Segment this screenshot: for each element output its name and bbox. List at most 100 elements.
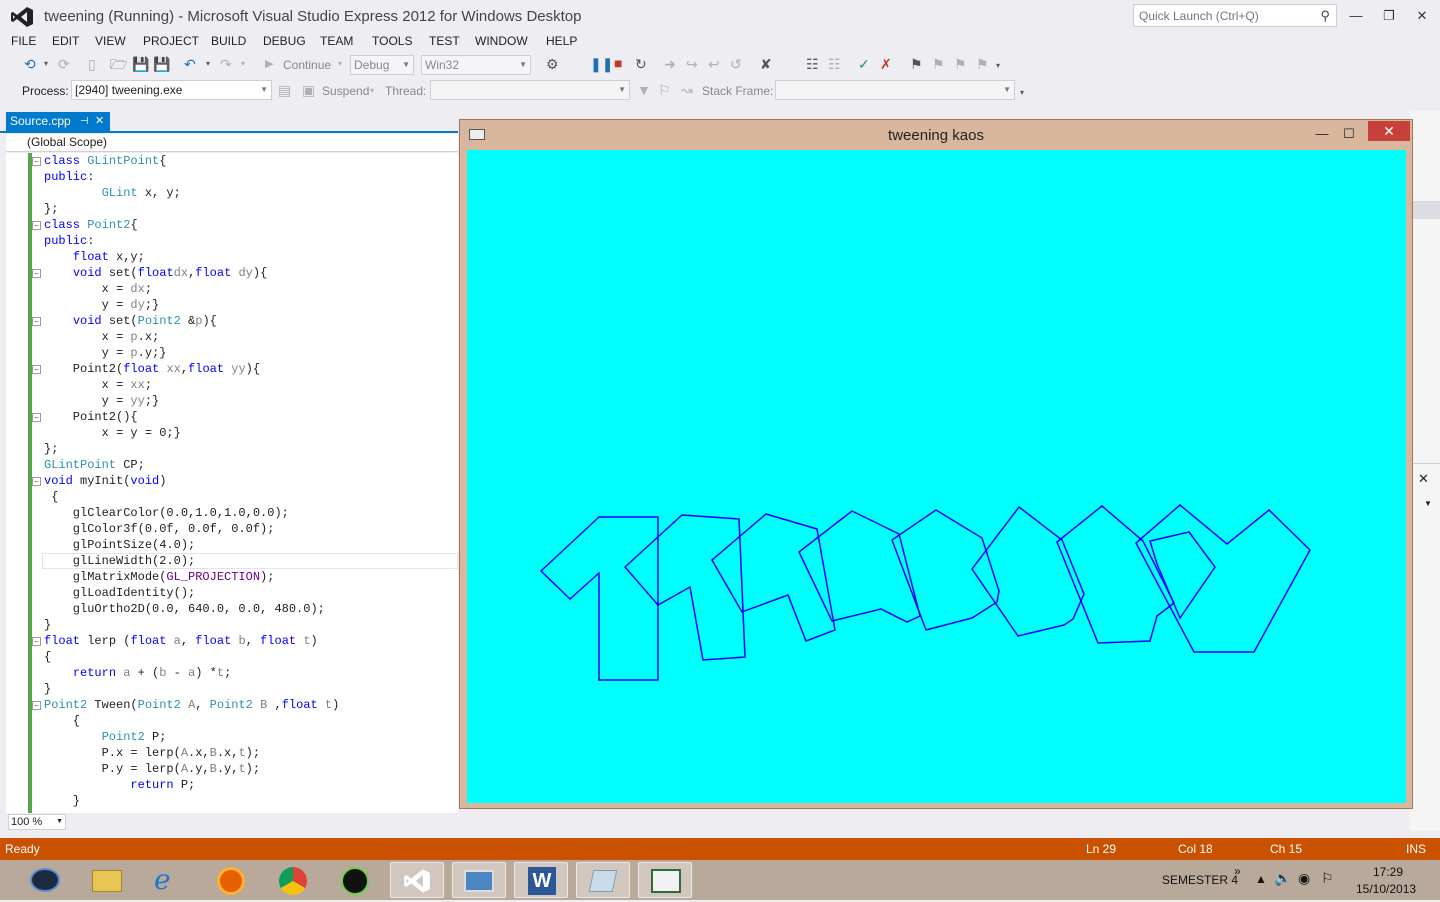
- pin-icon[interactable]: ⊣: [80, 112, 89, 131]
- bookmark-icon[interactable]: ⚑: [910, 54, 923, 74]
- toolbar-options-icon[interactable]: ▾: [996, 56, 1000, 76]
- firefox-icon[interactable]: [204, 862, 258, 898]
- menu-tools[interactable]: TOOLS: [372, 34, 412, 48]
- show-next-statement-icon[interactable]: ➜: [664, 54, 676, 74]
- show-hidden-icons-icon[interactable]: ▲: [1255, 872, 1267, 886]
- chevron-icon[interactable]: »: [1234, 864, 1241, 878]
- menu-edit[interactable]: EDIT: [52, 34, 79, 48]
- menu-build[interactable]: BUILD: [211, 34, 246, 48]
- flag-threads-icon[interactable]: ⚐: [658, 80, 671, 100]
- taskbar-app-5-icon[interactable]: [328, 862, 382, 898]
- menu-help[interactable]: HELP: [546, 34, 577, 48]
- selected-item[interactable]: [1412, 201, 1440, 219]
- chrome-icon[interactable]: [266, 862, 320, 898]
- suspend-dropdown-icon[interactable]: ▾: [370, 81, 374, 101]
- filter-icon[interactable]: ▼: [637, 80, 651, 100]
- save-icon[interactable]: 💾: [132, 54, 149, 74]
- restore-button[interactable]: ❐: [1376, 6, 1402, 26]
- zoom-select[interactable]: 100 % ▼: [8, 814, 66, 830]
- code-editor[interactable]: class GLintPoint{public: GLint x, y;}; cl…: [6, 153, 458, 813]
- word-icon[interactable]: W: [514, 862, 568, 898]
- internet-explorer-icon[interactable]: e: [142, 862, 196, 898]
- collapse-icon[interactable]: −: [32, 317, 41, 326]
- platform-select[interactable]: Win32 ▼: [421, 55, 531, 75]
- forward-icon[interactable]: ⟳: [58, 54, 70, 74]
- menu-project[interactable]: PROJECT: [143, 34, 199, 48]
- collapse-icon[interactable]: −: [32, 637, 41, 646]
- undo-dropdown-icon[interactable]: ▾: [206, 54, 210, 74]
- suspend-icon[interactable]: ▣: [302, 80, 315, 100]
- stack-frame-select[interactable]: ▼: [775, 80, 1015, 100]
- app-close-button[interactable]: ✕: [1368, 121, 1410, 141]
- quick-launch-search[interactable]: ⚲: [1133, 4, 1337, 27]
- menu-team[interactable]: TEAM: [320, 34, 353, 48]
- redo-dropdown-icon[interactable]: ▾: [241, 54, 245, 74]
- redo-icon[interactable]: ↷: [220, 54, 232, 74]
- show-external-code-icon[interactable]: ↝: [681, 80, 693, 100]
- delete-breakpoints-icon[interactable]: ✗: [880, 54, 892, 74]
- next-bookmark-icon[interactable]: ⚑: [954, 54, 967, 74]
- break-all-icon[interactable]: ❚❚: [590, 54, 613, 74]
- navigation-scope-bar[interactable]: (Global Scope): [6, 134, 458, 152]
- chevron-down-icon[interactable]: ▼: [1424, 499, 1432, 508]
- visual-studio-taskbar-icon[interactable]: [390, 862, 444, 898]
- toolbar-options-icon[interactable]: ▾: [1020, 83, 1024, 103]
- thread-select[interactable]: ▼: [430, 80, 630, 100]
- undo-icon[interactable]: ↶: [184, 54, 196, 74]
- volume-icon[interactable]: 🔈: [1274, 870, 1291, 887]
- save-all-icon[interactable]: 💾: [153, 54, 170, 74]
- taskbar-app-1-icon[interactable]: [18, 862, 72, 898]
- back-icon[interactable]: ⟲: [24, 54, 36, 74]
- action-center-icon[interactable]: ⚐: [1321, 870, 1334, 887]
- taskbar-app-10-icon[interactable]: [638, 862, 692, 898]
- hex-display-icon[interactable]: ✘: [760, 54, 772, 74]
- call-stack-icon[interactable]: ☷: [828, 54, 841, 74]
- clock-date[interactable]: 15/10/2013: [1356, 882, 1416, 896]
- collapse-icon[interactable]: −: [32, 701, 41, 710]
- solution-config-select[interactable]: Debug ▼: [350, 55, 414, 75]
- file-explorer-icon[interactable]: [80, 862, 134, 898]
- stop-debugging-icon[interactable]: ■: [614, 53, 622, 73]
- threads-icon[interactable]: ☷: [806, 54, 819, 74]
- app-maximize-button[interactable]: ☐: [1336, 125, 1362, 143]
- continue-button[interactable]: Continue: [283, 55, 331, 75]
- collapse-icon[interactable]: −: [32, 477, 41, 486]
- prev-bookmark-icon[interactable]: ⚑: [932, 54, 945, 74]
- app-minimize-button[interactable]: —: [1309, 125, 1335, 143]
- clear-bookmarks-icon[interactable]: ⚑: [976, 54, 989, 74]
- horizontal-scrollbar[interactable]: [76, 818, 1066, 826]
- collapse-icon[interactable]: −: [32, 221, 41, 230]
- process-select[interactable]: [2940] tweening.exe ▼: [71, 80, 272, 100]
- close-tab-icon[interactable]: ✕: [95, 112, 104, 131]
- collapse-icon[interactable]: −: [32, 365, 41, 374]
- collapse-icon[interactable]: −: [32, 157, 41, 166]
- quick-launch-input[interactable]: [1134, 5, 1309, 26]
- continue-icon[interactable]: ▶: [265, 54, 273, 74]
- continue-dropdown-icon[interactable]: ▾: [338, 54, 342, 74]
- back-dropdown-icon[interactable]: ▾: [44, 54, 48, 74]
- restart-icon[interactable]: ↻: [635, 54, 647, 74]
- menu-debug[interactable]: DEBUG: [263, 34, 306, 48]
- step-out-icon[interactable]: ↺: [730, 54, 742, 74]
- new-project-icon[interactable]: ▯: [88, 54, 96, 74]
- network-icon[interactable]: ◉: [1298, 870, 1310, 887]
- collapse-icon[interactable]: −: [32, 413, 41, 422]
- tweening-app-taskbar-icon[interactable]: [452, 862, 506, 898]
- close-icon[interactable]: ✕: [1418, 471, 1429, 487]
- breakpoints-icon[interactable]: ✓: [858, 54, 870, 74]
- semester-toolbar-label[interactable]: SEMESTER 4: [1162, 873, 1238, 887]
- close-button[interactable]: ✕: [1409, 6, 1435, 26]
- menu-view[interactable]: VIEW: [95, 34, 126, 48]
- clock-time[interactable]: 17:29: [1373, 865, 1403, 879]
- open-file-icon[interactable]: 🗁: [110, 54, 127, 74]
- step-into-icon[interactable]: ↪: [686, 54, 698, 74]
- collapse-icon[interactable]: −: [32, 269, 41, 278]
- menu-window[interactable]: WINDOW: [475, 34, 528, 48]
- attach-process-icon[interactable]: ⚙: [546, 54, 559, 74]
- app-title-bar[interactable]: tweening kaos — ☐ ✕: [460, 120, 1412, 150]
- step-over-icon[interactable]: ↩: [708, 54, 720, 74]
- suspend-button[interactable]: Suspend: [322, 81, 369, 101]
- tab-source-cpp[interactable]: Source.cpp ⊣ ✕: [6, 112, 110, 132]
- taskbar-app-9-icon[interactable]: [576, 862, 630, 898]
- menu-file[interactable]: FILE: [11, 34, 36, 48]
